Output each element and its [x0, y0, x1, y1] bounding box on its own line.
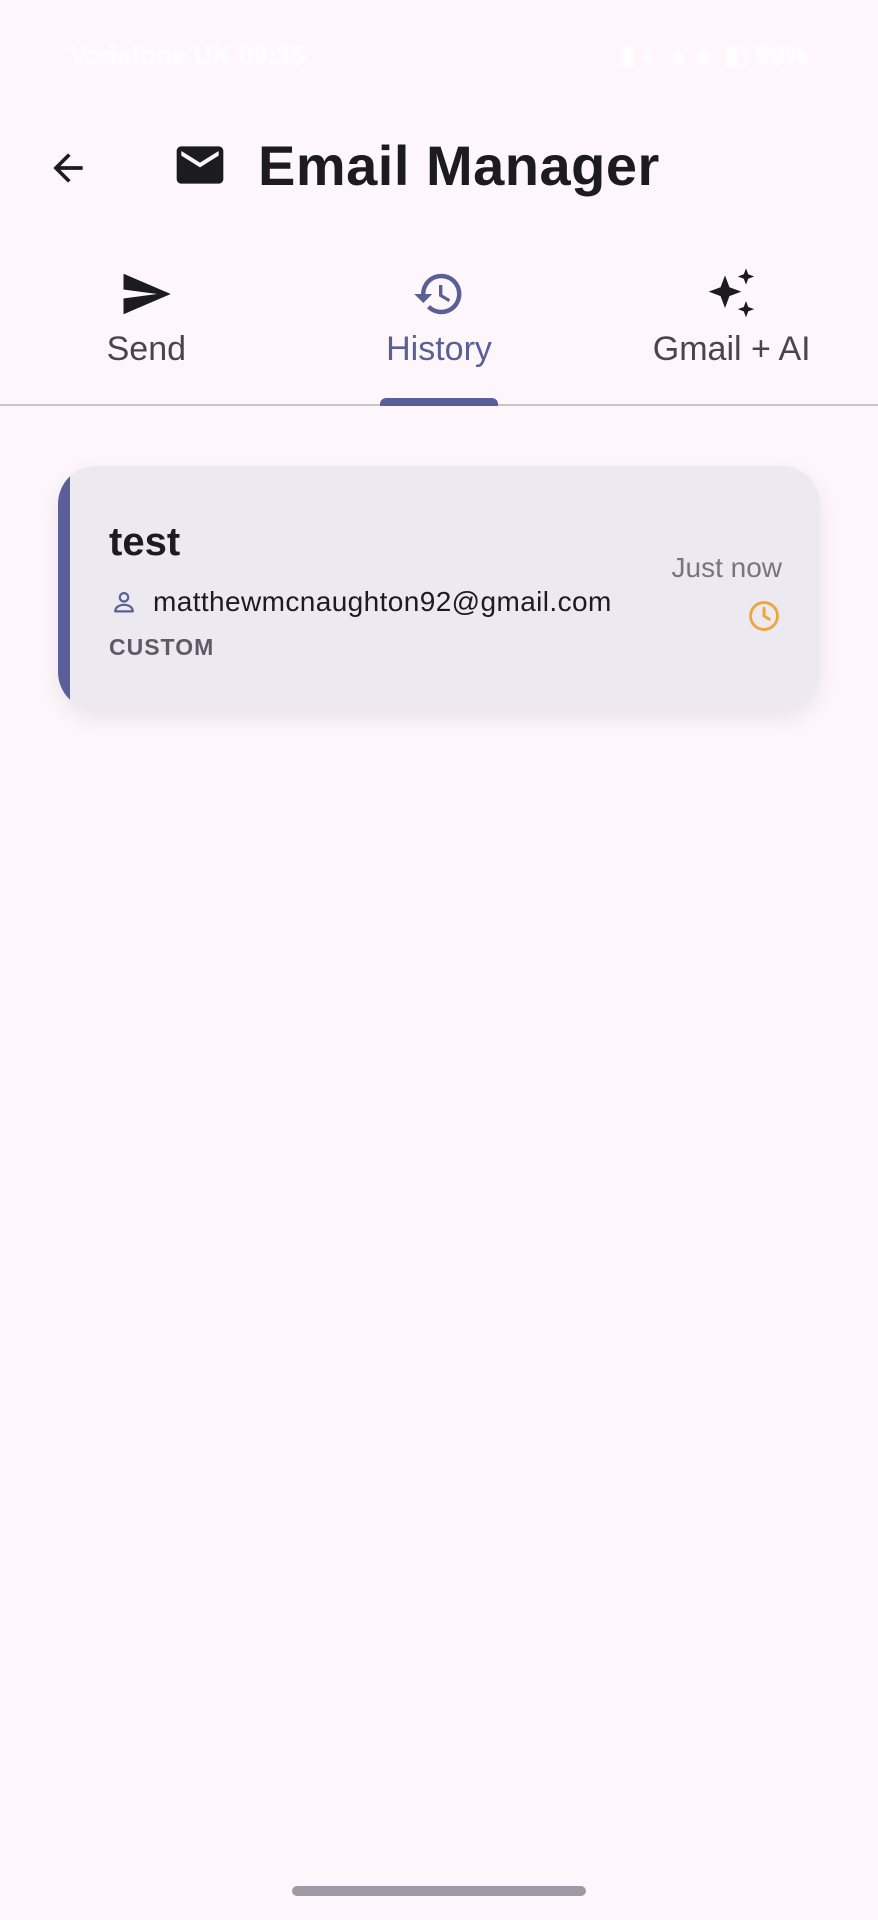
send-icon	[118, 266, 174, 322]
card-accent-bar	[58, 466, 70, 710]
status-bar: Vodafone UK 09:35 ▮ ◐ ▲▲ ◧ 99%	[0, 0, 878, 110]
arrow-back-icon	[53, 153, 83, 183]
email-category: CUSTOM	[109, 634, 215, 660]
history-icon	[411, 266, 467, 322]
tab-gmail-ai[interactable]: Gmail + AI	[585, 250, 878, 404]
status-indicators: ▮ ◐ ▲▲ ◧ 99%	[621, 40, 808, 70]
title-group: Email Manager	[172, 110, 660, 220]
tab-bar: Send History Gmail + AI	[0, 250, 878, 406]
history-item[interactable]: test matthewmcnaughton92@gmail.com CUSTO…	[58, 466, 820, 710]
tab-send[interactable]: Send	[0, 250, 293, 404]
home-indicator[interactable]	[292, 1886, 586, 1896]
tab-send-label: Send	[106, 330, 187, 368]
email-time: Just now	[671, 552, 783, 583]
email-subject: test	[109, 520, 181, 564]
tab-gmail-ai-label: Gmail + AI	[652, 330, 811, 368]
sparkles-icon	[704, 266, 760, 322]
tab-history[interactable]: History	[293, 250, 586, 406]
active-tab-indicator	[380, 398, 498, 406]
status-carrier-time: Vodafone UK 09:35	[70, 40, 306, 70]
person-icon	[109, 587, 139, 617]
back-button[interactable]	[36, 136, 100, 200]
clock-icon	[746, 598, 782, 634]
history-list: test matthewmcnaughton92@gmail.com CUSTO…	[58, 466, 820, 710]
recipient-row: matthewmcnaughton92@gmail.com	[109, 586, 612, 618]
page-title: Email Manager	[258, 133, 660, 197]
tab-history-label: History	[386, 330, 492, 368]
email-recipient: matthewmcnaughton92@gmail.com	[153, 586, 612, 617]
mail-icon	[172, 137, 228, 193]
app-bar: Email Manager	[0, 110, 878, 220]
